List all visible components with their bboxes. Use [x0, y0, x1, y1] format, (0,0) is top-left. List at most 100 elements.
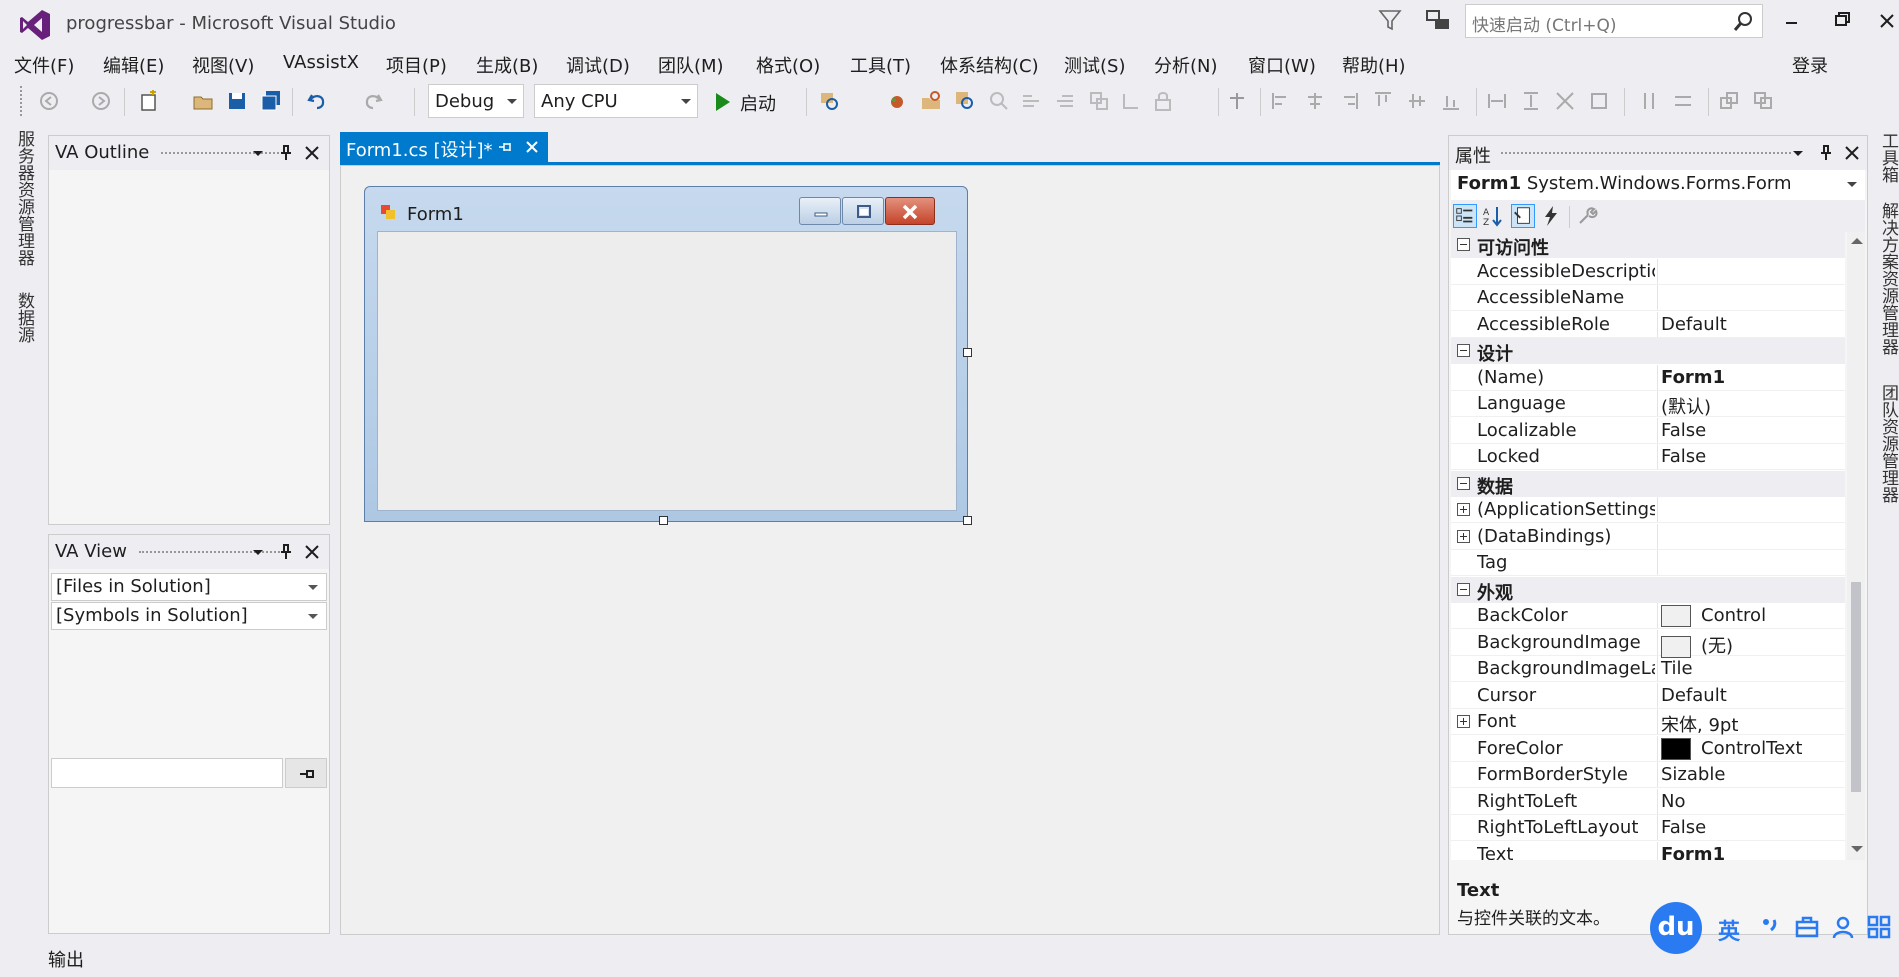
property-value[interactable]: Form1: [1661, 367, 1725, 388]
make-same-size-icon[interactable]: [1588, 90, 1610, 112]
bring-to-front-disabled-icon[interactable]: [1088, 90, 1110, 112]
properties-object-select[interactable]: Form1 System.Windows.Forms.Form: [1451, 170, 1865, 200]
horizontal-spacing-icon[interactable]: [1638, 90, 1660, 112]
quick-launch-input[interactable]: 快速启动 (Ctrl+Q): [1465, 4, 1763, 38]
expand-toggle-icon[interactable]: [1457, 503, 1470, 516]
property-row[interactable]: RightToLeft No: [1451, 788, 1845, 815]
restore-window-icon[interactable]: [1826, 8, 1856, 34]
scroll-up-arrow-icon[interactable]: [1851, 238, 1863, 244]
properties-scrollbar[interactable]: [1847, 232, 1865, 860]
resize-handle-corner[interactable]: [963, 516, 972, 525]
scroll-down-arrow-icon[interactable]: [1851, 846, 1863, 852]
property-value[interactable]: (默认): [1661, 393, 1711, 419]
tab-data-sources[interactable]: 数据源: [12, 292, 37, 343]
menu-debug[interactable]: 调试(D): [566, 52, 630, 78]
property-value[interactable]: Default: [1661, 685, 1727, 706]
feedback-icon[interactable]: [1424, 8, 1452, 36]
property-value[interactable]: Tile: [1661, 658, 1693, 679]
toolbar-grip[interactable]: [20, 86, 24, 116]
property-row[interactable]: Language (默认): [1451, 391, 1845, 419]
save-icon[interactable]: [226, 90, 248, 112]
property-row[interactable]: (DataBindings): [1451, 523, 1845, 550]
redo-icon[interactable]: [362, 90, 384, 112]
size-to-grid-icon[interactable]: [1554, 90, 1576, 112]
baidu-ime-logo[interactable]: du: [1650, 902, 1702, 954]
tab-toolbox[interactable]: 工具箱: [1876, 132, 1899, 183]
sign-in-link[interactable]: 登录: [1792, 52, 1828, 78]
property-value[interactable]: False: [1661, 446, 1706, 467]
property-value[interactable]: Form1: [1661, 844, 1725, 861]
debug-bug-icon[interactable]: [886, 90, 908, 112]
pin-icon[interactable]: [277, 144, 295, 162]
property-value[interactable]: Sizable: [1661, 764, 1725, 785]
property-category[interactable]: 数据: [1451, 470, 1845, 498]
navigate-back-icon[interactable]: [38, 90, 60, 112]
menu-analyze[interactable]: 分析(N): [1154, 52, 1218, 78]
form1-window[interactable]: Form1: [364, 186, 968, 522]
property-row[interactable]: RightToLeftLayout False: [1451, 815, 1845, 841]
align-centers-icon[interactable]: [1304, 90, 1326, 112]
make-same-width-icon[interactable]: [1486, 90, 1508, 112]
align-to-grid-icon[interactable]: [1226, 90, 1248, 112]
property-category[interactable]: 可访问性: [1451, 232, 1845, 259]
categorized-icon[interactable]: [1453, 204, 1477, 228]
menu-test[interactable]: 测试(S): [1064, 52, 1125, 78]
property-row[interactable]: BackColor Control: [1451, 603, 1845, 629]
filter-icon[interactable]: [1378, 8, 1402, 32]
new-project-icon[interactable]: [138, 90, 160, 112]
menu-tools[interactable]: 工具(T): [850, 52, 911, 78]
search-icon[interactable]: [1732, 11, 1754, 33]
bring-forward-icon[interactable]: [1718, 90, 1740, 112]
toolbox-icon[interactable]: [1794, 914, 1820, 940]
panel-drag-grip[interactable]: [161, 152, 287, 156]
property-row[interactable]: BackgroundImage (无): [1451, 629, 1845, 658]
pin-icon[interactable]: [277, 543, 295, 561]
resize-handle-bottom[interactable]: [659, 516, 668, 525]
property-value[interactable]: Control: [1661, 605, 1766, 627]
align-lefts-icon[interactable]: [1270, 90, 1292, 112]
menu-window[interactable]: 窗口(W): [1248, 52, 1316, 78]
align-bottoms-icon[interactable]: [1440, 90, 1462, 112]
user-icon[interactable]: [1830, 914, 1856, 940]
align-middles-icon[interactable]: [1406, 90, 1428, 112]
property-row[interactable]: Localizable False: [1451, 417, 1845, 444]
pin-tab-icon[interactable]: [498, 140, 512, 154]
symbols-in-solution-select[interactable]: [Symbols in Solution]: [51, 602, 327, 630]
expand-toggle-icon[interactable]: [1457, 529, 1470, 543]
tab-order-disabled-icon[interactable]: [1120, 90, 1142, 112]
collapse-toggle-icon[interactable]: [1457, 238, 1470, 251]
property-value[interactable]: (无): [1661, 632, 1733, 658]
property-pages-wrench-icon[interactable]: [1575, 204, 1599, 228]
va-view-pin-button[interactable]: [285, 758, 327, 788]
send-backward-icon[interactable]: [1752, 90, 1774, 112]
pin-icon[interactable]: [1817, 144, 1835, 162]
grid-menu-icon[interactable]: [1866, 914, 1892, 940]
property-row[interactable]: (ApplicationSettings: [1451, 497, 1845, 523]
property-row[interactable]: AccessibleDescriptic: [1451, 258, 1845, 285]
tab-output[interactable]: 输出: [48, 946, 84, 972]
menu-build[interactable]: 生成(B): [476, 52, 538, 78]
menu-view[interactable]: 视图(V): [192, 52, 254, 78]
property-value[interactable]: ControlText: [1661, 737, 1802, 760]
tab-team-explorer[interactable]: 团队资源管理器: [1876, 384, 1899, 503]
collapse-toggle-icon[interactable]: [1457, 344, 1470, 357]
dropdown-arrow-icon[interactable]: [249, 144, 267, 162]
menu-file[interactable]: 文件(F): [14, 52, 74, 78]
expand-toggle-icon[interactable]: [1457, 715, 1470, 728]
menu-project[interactable]: 项目(P): [386, 52, 447, 78]
collapse-toggle-icon[interactable]: [1457, 582, 1470, 596]
property-category[interactable]: 外观: [1451, 576, 1845, 604]
property-row[interactable]: Font 宋体, 9pt: [1451, 709, 1845, 736]
property-row[interactable]: Tag: [1451, 550, 1845, 576]
dropdown-arrow-icon[interactable]: [1789, 144, 1807, 162]
resize-handle-right[interactable]: [963, 348, 972, 357]
property-row[interactable]: (Name) Form1: [1451, 364, 1845, 391]
make-same-height-icon[interactable]: [1520, 90, 1542, 112]
ime-language-toggle[interactable]: 英: [1718, 914, 1740, 946]
navigate-forward-icon[interactable]: [90, 90, 112, 112]
tab-form1-designer[interactable]: Form1.cs [设计]*: [340, 132, 548, 162]
property-row[interactable]: Text Form1: [1451, 841, 1845, 861]
events-lightning-icon[interactable]: [1539, 204, 1563, 228]
zoom-icon[interactable]: [988, 90, 1010, 112]
property-value[interactable]: Default: [1661, 314, 1727, 335]
